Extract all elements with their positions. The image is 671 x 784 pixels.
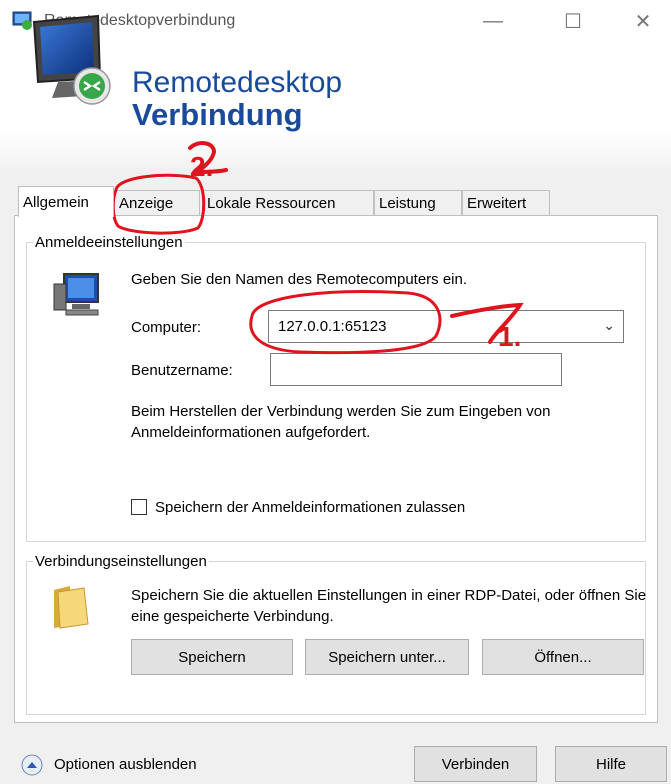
login-settings-legend: Anmeldeeinstellungen [35,234,183,251]
computer-combobox[interactable]: 127.0.0.1:65123 ⌄ [268,310,624,343]
username-input[interactable] [270,353,562,386]
tab-allgemein[interactable]: Allgemein [18,186,114,217]
save-as-button[interactable]: Speichern unter... [305,639,469,675]
maximize-button[interactable]: ☐ [550,6,596,36]
save-credentials-label[interactable]: Speichern der Anmeldeinformationen zulas… [155,499,465,516]
help-button[interactable]: Hilfe [555,746,667,782]
computer-icon [53,273,99,316]
connection-note: Speichern Sie die aktuellen Einstellunge… [131,587,647,625]
remote-desktop-monitor-icon [32,14,111,105]
tab-anzeige[interactable]: Anzeige [114,190,200,215]
minimize-button[interactable]: — [470,6,516,36]
computer-label: Computer: [131,319,202,336]
connection-settings-group: Verbindungseinstellungen [26,553,646,715]
credentials-note: Beim Herstellen der Verbindung werden Si… [131,403,551,441]
connection-settings-legend: Verbindungseinstellungen [35,553,207,570]
tab-leistung[interactable]: Leistung [374,190,462,215]
tab-erweitert[interactable]: Erweitert [462,190,550,215]
login-instructions: Geben Sie den Namen des Remotecomputers … [131,271,468,288]
banner-title-line2: Verbindung [132,97,303,132]
folder-icon [54,586,89,629]
hide-options-link[interactable]: Optionen ausblenden [54,756,197,773]
save-credentials-checkbox[interactable] [131,499,147,515]
connect-button[interactable]: Verbinden [414,746,537,782]
tab-lokale-ressourcen[interactable]: Lokale Ressourcen [202,190,374,215]
banner-title-line1: Remotedesktop [132,66,343,99]
computer-value: 127.0.0.1:65123 [278,318,387,335]
collapse-options-icon[interactable] [21,754,43,776]
close-button[interactable]: ✕ [620,6,666,36]
chevron-down-icon[interactable]: ⌄ [603,317,615,334]
save-button[interactable]: Speichern [131,639,293,675]
username-label: Benutzername: [131,362,233,379]
open-button[interactable]: Öffnen... [482,639,644,675]
